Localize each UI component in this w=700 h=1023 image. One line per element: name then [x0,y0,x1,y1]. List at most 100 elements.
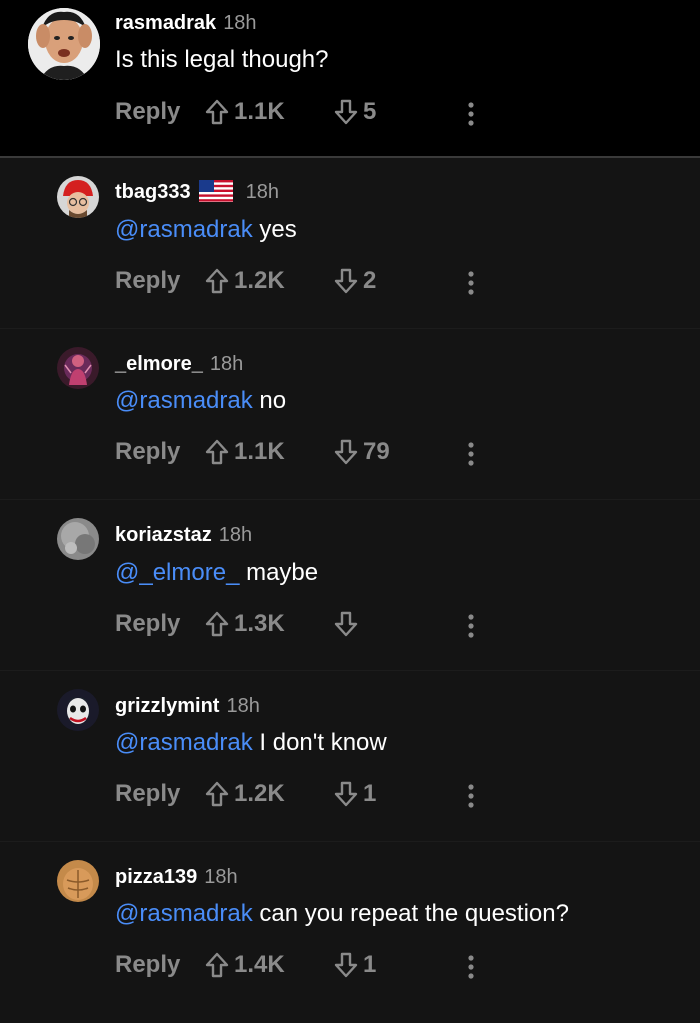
downvote-button[interactable]: 1 [333,951,376,979]
comment-actions: Reply 1.4K 1 [115,951,700,985]
upvote-button[interactable]: 1.3K [204,610,285,638]
upvote-count: 1.3K [234,610,285,637]
more-vertical-icon [468,784,474,808]
downvote-button[interactable]: 5 [333,98,376,126]
timestamp: 18h [245,181,279,203]
more-options-button[interactable] [467,270,475,303]
username[interactable]: pizza139 [115,866,197,888]
downvote-count: 1 [363,951,377,978]
more-vertical-icon [468,271,474,295]
upvote-button[interactable]: 1.2K [204,780,285,808]
comment-meta: _elmore_ 18h [115,353,243,376]
upvote-count: 1.1K [234,438,285,465]
comment-item: rasmadrak 18h Is this legal though? Reply… [0,0,700,156]
comment-text: @rasmadrak no [115,387,286,415]
timestamp: 18h [204,866,238,888]
username[interactable]: koriazstaz [115,524,212,546]
more-options-button[interactable] [467,613,475,646]
arrow-down-icon [334,99,358,125]
more-options-button[interactable] [467,954,475,987]
comment-actions: Reply 1.2K 1 [115,780,700,814]
more-options-button[interactable] [467,101,475,134]
comment-actions: Reply 1.2K 2 [115,267,700,301]
comment-text: Is this legal though? [115,46,328,74]
downvote-button[interactable]: 1 [333,780,376,808]
upvote-button[interactable]: 1.1K [204,98,285,126]
downvote-count: 2 [363,267,377,294]
downvote-button[interactable]: 2 [333,267,376,295]
reply-item: koriazstaz 18h @_elmore_ maybe Reply 1.3K [0,500,700,671]
comment-text: @rasmadrak can you repeat the question? [115,900,569,928]
reply-item: pizza139 18h @rasmadrak can you repeat th… [0,842,700,1023]
reply-item: grizzlymint 18h @rasmadrak I don't know R… [0,671,700,842]
arrow-up-icon [205,439,229,465]
reply-button[interactable]: Reply [115,267,180,295]
comment-text: @rasmadrak I don't know [115,729,387,757]
reply-button[interactable]: Reply [115,951,180,979]
user-avatar[interactable] [57,518,99,560]
arrow-down-icon [334,952,358,978]
user-avatar[interactable] [57,176,99,218]
comment-body: can you repeat the question? [252,900,569,927]
more-options-button[interactable] [467,783,475,816]
user-mention[interactable]: @_elmore_ [115,559,239,586]
downvote-count: 1 [363,780,377,807]
more-vertical-icon [468,102,474,126]
upvote-button[interactable]: 1.2K [204,267,285,295]
reply-button[interactable]: Reply [115,780,180,808]
timestamp: 18h [226,695,260,717]
reply-button[interactable]: Reply [115,438,180,466]
timestamp: 18h [209,353,244,375]
upvote-button[interactable]: 1.1K [204,438,285,466]
arrow-up-icon [205,268,229,294]
comment-body: no [252,387,287,414]
user-mention[interactable]: @rasmadrak [115,216,253,243]
timestamp: 18h [218,524,253,546]
downvote-count: 79 [363,438,390,465]
upvote-button[interactable]: 1.4K [204,951,285,979]
downvote-button[interactable] [333,610,363,638]
username[interactable]: grizzlymint [115,695,219,717]
reply-button[interactable]: Reply [115,98,180,126]
user-mention[interactable]: @rasmadrak [115,900,253,927]
user-avatar[interactable] [28,8,100,80]
arrow-up-icon [205,99,229,125]
username[interactable]: tbag333 [115,181,191,203]
downvote-button[interactable]: 79 [333,438,390,466]
user-mention[interactable]: @rasmadrak [115,729,253,756]
username[interactable]: rasmadrak [115,12,216,34]
user-mention[interactable]: @rasmadrak [115,387,253,414]
upvote-count: 1.1K [234,98,285,125]
more-options-button[interactable] [467,441,475,474]
upvote-count: 1.4K [234,951,285,978]
comment-actions: Reply 1.3K [115,610,700,644]
comment-meta: rasmadrak 18h [115,12,257,35]
reply-item: tbag333 18h @rasmadrak yes Reply 1.2K 2 [0,158,700,329]
arrow-down-icon [334,611,358,637]
arrow-up-icon [205,611,229,637]
more-vertical-icon [468,614,474,638]
arrow-up-icon [205,781,229,807]
arrow-down-icon [334,781,358,807]
comment-text: @rasmadrak yes [115,216,297,244]
comment-text: @_elmore_ maybe [115,559,318,587]
us-flag-icon [198,180,233,208]
user-avatar[interactable] [57,860,99,902]
user-avatar[interactable] [57,347,99,389]
comment-thread: rasmadrak 18h Is this legal though? Reply… [0,0,700,1023]
comment-meta: tbag333 18h [115,180,279,208]
comment-body: maybe [239,559,319,586]
comment-body: I don't know [252,729,387,756]
user-avatar[interactable] [57,689,99,731]
arrow-up-icon [205,952,229,978]
username[interactable]: _elmore_ [115,353,203,375]
comment-meta: pizza139 18h [115,866,238,889]
reply-button[interactable]: Reply [115,610,180,638]
upvote-count: 1.2K [234,780,285,807]
more-vertical-icon [468,955,474,979]
comment-meta: grizzlymint 18h [115,695,260,718]
reply-item: _elmore_ 18h @rasmadrak no Reply 1.1K 79 [0,329,700,500]
more-vertical-icon [468,442,474,466]
comment-actions: Reply 1.1K 5 [115,98,700,132]
comment-body: Is this legal though? [115,46,329,73]
